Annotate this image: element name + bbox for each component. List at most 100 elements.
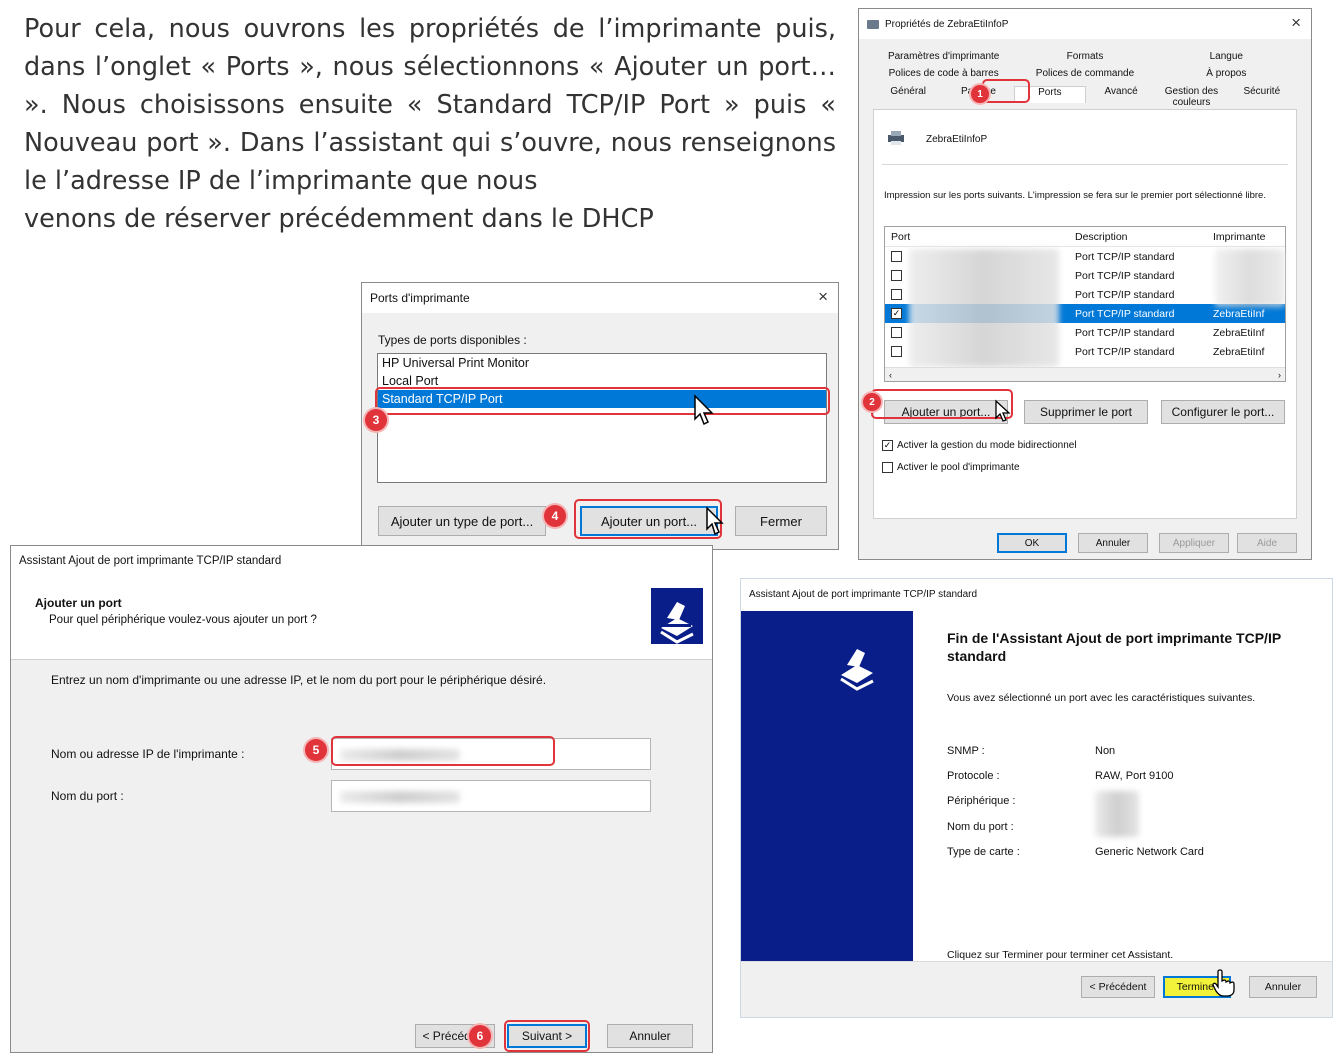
device-label: Périphérique : [947,795,1016,807]
wizard1-instruction: Entrez un nom d'imprimante ou une adress… [51,673,547,687]
scroll-right-icon[interactable]: › [1278,370,1281,380]
mouse-pointer-icon [692,393,718,430]
pool-checkbox-row[interactable]: Activer le pool d'imprimante [882,462,1020,473]
ports-description: Impression sur les ports suivants. L'imp… [884,190,1266,201]
blurred-printer-names [1215,249,1285,307]
ok-button[interactable]: OK [997,533,1067,553]
previous-button[interactable]: < Précédent [1081,976,1155,998]
cancel-button[interactable]: Annuler [607,1024,693,1048]
wizard2-intro: Vous avez sélectionné un port avec les c… [947,692,1256,704]
step-badge-5: 5 [305,739,327,761]
port-types-label: Types de ports disponibles : [378,333,527,347]
row-description: Port TCP/IP standard [1075,288,1175,301]
step-badge-6: 6 [469,1025,491,1047]
ip-label: Nom ou adresse IP de l'imprimante : [51,747,245,761]
tab-color-management[interactable]: Gestion des couleurs [1156,86,1226,108]
wizard1-title: Assistant Ajout de port imprimante TCP/I… [19,555,282,567]
tab-about[interactable]: À propos [1156,68,1297,85]
port-name-input[interactable] [331,780,651,812]
snmp-value: Non [1095,745,1116,757]
port-checkbox-checked[interactable]: ✓ [891,308,902,319]
pool-label: Activer le pool d'imprimante [897,462,1020,473]
cancel-button[interactable]: Annuler [1078,533,1148,553]
port-types-list[interactable]: HP Universal Print Monitor Local Port St… [377,353,827,483]
printer-properties-dialog: Propriétés de ZebraEtiInfoP × Paramètres… [858,8,1312,560]
wizard2-titlebar: Assistant Ajout de port imprimante TCP/I… [741,579,1332,609]
close-icon[interactable]: × [818,288,828,306]
tabs-row-1: Paramètres d'imprimante Formats Langue [873,51,1297,68]
wizard1-subheading: Pour quel périphérique voulez-vous ajout… [49,614,317,626]
next-highlight [504,1020,590,1052]
intro-text: Pour cela, nous ouvrons les propriétés d… [24,14,836,196]
ports-titlebar: Ports d'imprimante × [362,283,838,313]
wizard-printer-icon [831,635,883,691]
add-port-type-button[interactable]: Ajouter un type de port... [378,506,546,536]
tab-formats[interactable]: Formats [1014,51,1155,68]
row-printer: ZebraEtiInf [1213,307,1265,320]
col-description[interactable]: Description [1075,231,1213,243]
finish-text: Cliquez sur Terminer pour terminer cet A… [947,949,1174,961]
row-description: Port TCP/IP standard [1075,269,1175,282]
hand-pointer-icon [1211,968,1237,1001]
wizard-add-port-dialog: Assistant Ajout de port imprimante TCP/I… [10,545,713,1053]
horizontal-scrollbar[interactable]: ‹ › [885,367,1285,381]
blurred-port-value [340,791,460,803]
port-checkbox[interactable] [891,251,902,262]
ip-highlight [331,736,555,766]
ports-table[interactable]: Port Description Imprimante Port TCP/IP … [884,226,1286,382]
add-port-highlight [871,389,1013,419]
close-icon[interactable]: × [1291,14,1301,32]
tab-general[interactable]: Général [873,86,943,103]
apply-button[interactable]: Appliquer [1159,533,1229,553]
wizard2-heading: Fin de l'Assistant Ajout de port imprima… [947,630,1281,664]
tab-command-fonts[interactable]: Polices de commande [1014,68,1155,85]
tab-language[interactable]: Langue [1156,51,1297,68]
printer-name: ZebraEtiInfoP [926,134,988,145]
row-description: Port TCP/IP standard [1075,250,1175,263]
intro-paragraph: Pour cela, nous ouvrons les propriétés d… [24,10,836,238]
configure-port-button[interactable]: Configurer le port... [1161,400,1285,424]
col-printer[interactable]: Imprimante [1213,231,1285,243]
port-name-label: Nom du port : [947,821,1014,833]
bidir-checkbox-row[interactable]: ✓ Activer la gestion du mode bidirection… [882,440,1077,451]
mouse-pointer-icon [704,505,728,540]
step-badge-3: 3 [365,409,387,431]
scroll-left-icon[interactable]: ‹ [889,370,892,380]
bidir-checkbox[interactable]: ✓ [882,440,893,451]
card-type-label: Type de carte : [947,846,1020,858]
port-checkbox[interactable] [891,289,902,300]
port-checkbox[interactable] [891,270,902,281]
col-port[interactable]: Port [885,231,1075,243]
tcpip-highlight [375,387,830,415]
tabs-row-2: Polices de code à barres Polices de comm… [873,68,1297,85]
add-port-highlight [574,499,722,539]
step-badge-4: 4 [544,505,566,527]
wizard1-titlebar: Assistant Ajout de port imprimante TCP/I… [11,546,712,576]
list-item-hp-universal[interactable]: HP Universal Print Monitor [378,354,826,372]
blurred-device-values [1095,791,1139,837]
protocol-label: Protocole : [947,770,1000,782]
props-title: Propriétés de ZebraEtiInfoP [885,18,1009,30]
ports-tab-highlight [982,79,1030,103]
row-description: Port TCP/IP standard [1075,345,1175,358]
row-printer: ZebraEtiInf [1213,345,1265,358]
ports-title: Ports d'imprimante [370,291,470,305]
port-name-label: Nom du port : [51,789,124,803]
delete-port-button[interactable]: Supprimer le port [1024,400,1148,424]
props-titlebar: Propriétés de ZebraEtiInfoP × [859,9,1311,39]
port-checkbox[interactable] [891,346,902,357]
close-button[interactable]: Fermer [735,506,827,536]
printer-small-icon [867,19,879,29]
divider [882,164,1288,165]
tab-security[interactable]: Sécurité [1227,86,1297,103]
protocol-value: RAW, Port 9100 [1095,770,1174,782]
cancel-button[interactable]: Annuler [1249,976,1317,998]
tab-advanced[interactable]: Avancé [1086,86,1156,103]
printer-icon [886,130,906,146]
port-checkbox[interactable] [891,327,902,338]
row-printer: ZebraEtiInf [1213,326,1265,339]
pool-checkbox[interactable] [882,462,893,473]
step-badge-2: 2 [863,393,881,411]
tab-printer-settings[interactable]: Paramètres d'imprimante [873,51,1014,68]
help-button[interactable]: Aide [1237,533,1297,553]
